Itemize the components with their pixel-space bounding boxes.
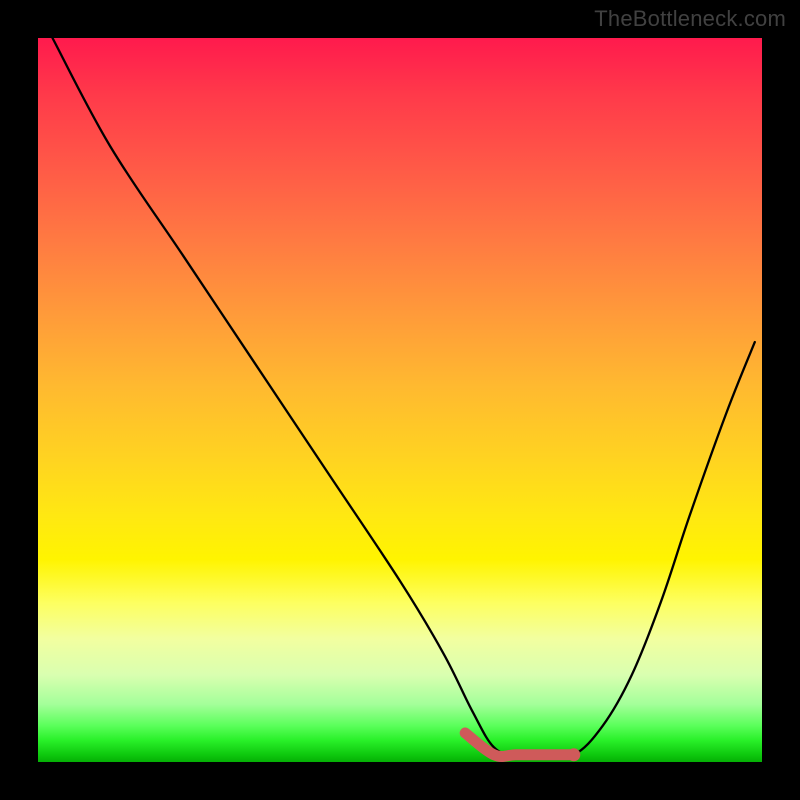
trough-marker-segment (465, 733, 574, 757)
plot-area (38, 38, 762, 762)
bottleneck-curve (53, 38, 755, 757)
watermark-text: TheBottleneck.com (594, 6, 786, 32)
curve-layer (38, 38, 762, 762)
chart-frame: TheBottleneck.com (0, 0, 800, 800)
trough-marker-dot (567, 748, 580, 761)
